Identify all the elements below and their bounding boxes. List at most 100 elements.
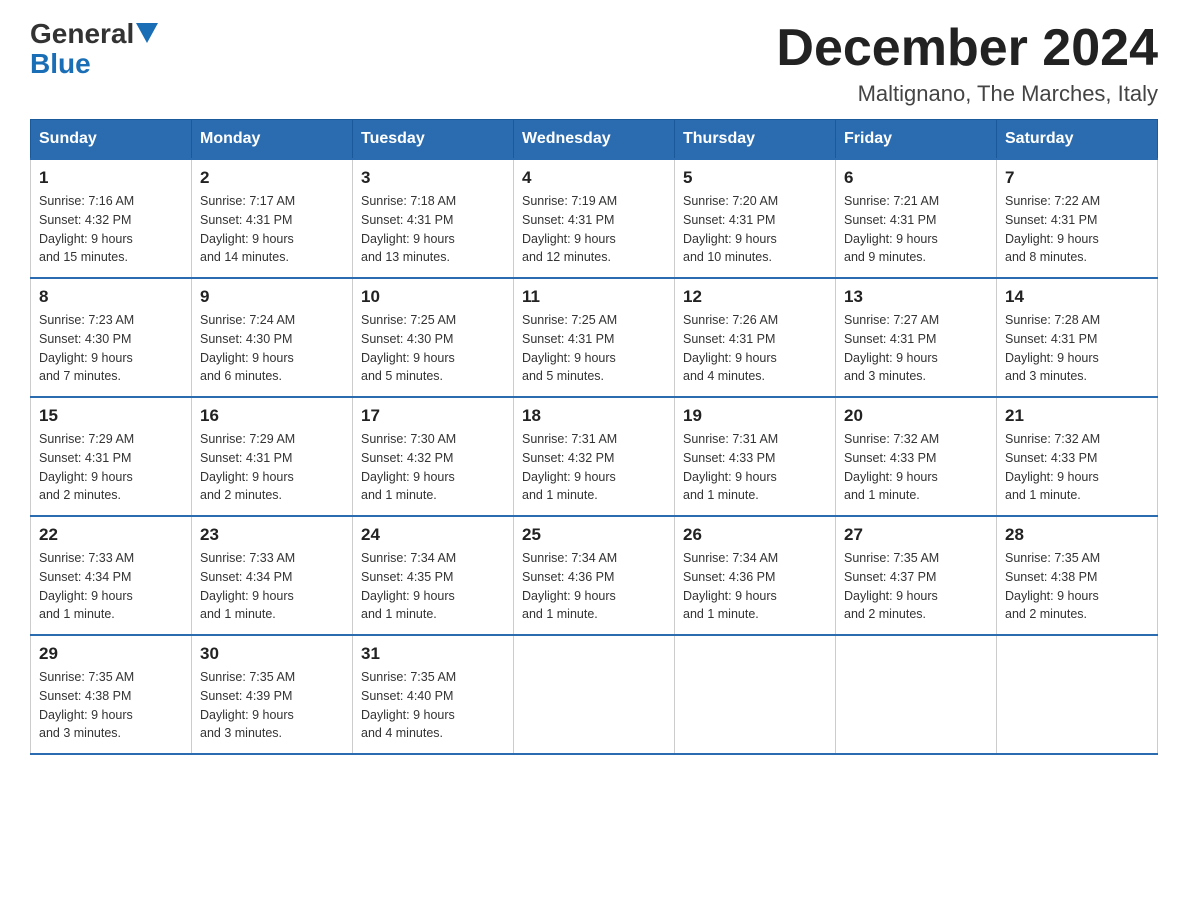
col-thursday: Thursday [675,120,836,160]
location: Maltignano, The Marches, Italy [776,81,1158,107]
day-number: 9 [200,287,344,307]
day-number: 6 [844,168,988,188]
day-number: 27 [844,525,988,545]
table-row: 16 Sunrise: 7:29 AM Sunset: 4:31 PM Dayl… [192,397,353,516]
day-number: 26 [683,525,827,545]
day-number: 18 [522,406,666,426]
table-row: 15 Sunrise: 7:29 AM Sunset: 4:31 PM Dayl… [31,397,192,516]
day-info: Sunrise: 7:18 AM Sunset: 4:31 PM Dayligh… [361,192,505,267]
day-number: 16 [200,406,344,426]
day-number: 31 [361,644,505,664]
day-info: Sunrise: 7:31 AM Sunset: 4:32 PM Dayligh… [522,430,666,505]
day-info: Sunrise: 7:25 AM Sunset: 4:30 PM Dayligh… [361,311,505,386]
table-row: 18 Sunrise: 7:31 AM Sunset: 4:32 PM Dayl… [514,397,675,516]
table-row [675,635,836,754]
table-row: 24 Sunrise: 7:34 AM Sunset: 4:35 PM Dayl… [353,516,514,635]
table-row [997,635,1158,754]
day-info: Sunrise: 7:34 AM Sunset: 4:36 PM Dayligh… [683,549,827,624]
table-row: 21 Sunrise: 7:32 AM Sunset: 4:33 PM Dayl… [997,397,1158,516]
day-number: 17 [361,406,505,426]
day-number: 28 [1005,525,1149,545]
day-info: Sunrise: 7:24 AM Sunset: 4:30 PM Dayligh… [200,311,344,386]
table-row: 14 Sunrise: 7:28 AM Sunset: 4:31 PM Dayl… [997,278,1158,397]
day-number: 14 [1005,287,1149,307]
col-saturday: Saturday [997,120,1158,160]
day-info: Sunrise: 7:31 AM Sunset: 4:33 PM Dayligh… [683,430,827,505]
day-info: Sunrise: 7:33 AM Sunset: 4:34 PM Dayligh… [200,549,344,624]
col-monday: Monday [192,120,353,160]
col-sunday: Sunday [31,120,192,160]
table-row: 23 Sunrise: 7:33 AM Sunset: 4:34 PM Dayl… [192,516,353,635]
day-number: 4 [522,168,666,188]
day-number: 30 [200,644,344,664]
table-row: 20 Sunrise: 7:32 AM Sunset: 4:33 PM Dayl… [836,397,997,516]
day-number: 22 [39,525,183,545]
table-row: 9 Sunrise: 7:24 AM Sunset: 4:30 PM Dayli… [192,278,353,397]
calendar-week-1: 1 Sunrise: 7:16 AM Sunset: 4:32 PM Dayli… [31,159,1158,278]
day-number: 3 [361,168,505,188]
logo-arrow-icon [136,23,158,43]
logo-blue: Blue [30,50,91,78]
logo: General Blue [30,20,158,78]
day-info: Sunrise: 7:19 AM Sunset: 4:31 PM Dayligh… [522,192,666,267]
day-info: Sunrise: 7:35 AM Sunset: 4:39 PM Dayligh… [200,668,344,743]
day-info: Sunrise: 7:32 AM Sunset: 4:33 PM Dayligh… [844,430,988,505]
calendar-header-row: Sunday Monday Tuesday Wednesday Thursday… [31,120,1158,160]
day-number: 10 [361,287,505,307]
table-row: 30 Sunrise: 7:35 AM Sunset: 4:39 PM Dayl… [192,635,353,754]
table-row: 31 Sunrise: 7:35 AM Sunset: 4:40 PM Dayl… [353,635,514,754]
day-info: Sunrise: 7:22 AM Sunset: 4:31 PM Dayligh… [1005,192,1149,267]
table-row: 28 Sunrise: 7:35 AM Sunset: 4:38 PM Dayl… [997,516,1158,635]
day-info: Sunrise: 7:27 AM Sunset: 4:31 PM Dayligh… [844,311,988,386]
day-info: Sunrise: 7:20 AM Sunset: 4:31 PM Dayligh… [683,192,827,267]
day-number: 25 [522,525,666,545]
day-info: Sunrise: 7:35 AM Sunset: 4:37 PM Dayligh… [844,549,988,624]
table-row: 27 Sunrise: 7:35 AM Sunset: 4:37 PM Dayl… [836,516,997,635]
month-title: December 2024 [776,20,1158,77]
day-number: 19 [683,406,827,426]
calendar-week-4: 22 Sunrise: 7:33 AM Sunset: 4:34 PM Dayl… [31,516,1158,635]
table-row: 22 Sunrise: 7:33 AM Sunset: 4:34 PM Dayl… [31,516,192,635]
day-number: 13 [844,287,988,307]
day-info: Sunrise: 7:29 AM Sunset: 4:31 PM Dayligh… [200,430,344,505]
col-wednesday: Wednesday [514,120,675,160]
table-row: 29 Sunrise: 7:35 AM Sunset: 4:38 PM Dayl… [31,635,192,754]
table-row: 4 Sunrise: 7:19 AM Sunset: 4:31 PM Dayli… [514,159,675,278]
table-row: 1 Sunrise: 7:16 AM Sunset: 4:32 PM Dayli… [31,159,192,278]
col-tuesday: Tuesday [353,120,514,160]
day-info: Sunrise: 7:29 AM Sunset: 4:31 PM Dayligh… [39,430,183,505]
day-info: Sunrise: 7:35 AM Sunset: 4:40 PM Dayligh… [361,668,505,743]
table-row: 26 Sunrise: 7:34 AM Sunset: 4:36 PM Dayl… [675,516,836,635]
table-row: 17 Sunrise: 7:30 AM Sunset: 4:32 PM Dayl… [353,397,514,516]
day-info: Sunrise: 7:35 AM Sunset: 4:38 PM Dayligh… [39,668,183,743]
calendar-week-2: 8 Sunrise: 7:23 AM Sunset: 4:30 PM Dayli… [31,278,1158,397]
day-info: Sunrise: 7:28 AM Sunset: 4:31 PM Dayligh… [1005,311,1149,386]
day-number: 21 [1005,406,1149,426]
calendar-week-5: 29 Sunrise: 7:35 AM Sunset: 4:38 PM Dayl… [31,635,1158,754]
calendar-week-3: 15 Sunrise: 7:29 AM Sunset: 4:31 PM Dayl… [31,397,1158,516]
day-number: 2 [200,168,344,188]
title-block: December 2024 Maltignano, The Marches, I… [776,20,1158,107]
table-row: 12 Sunrise: 7:26 AM Sunset: 4:31 PM Dayl… [675,278,836,397]
logo-general: General [30,20,134,48]
page-header: General Blue December 2024 Maltignano, T… [30,20,1158,107]
day-info: Sunrise: 7:23 AM Sunset: 4:30 PM Dayligh… [39,311,183,386]
table-row: 10 Sunrise: 7:25 AM Sunset: 4:30 PM Dayl… [353,278,514,397]
day-number: 15 [39,406,183,426]
day-info: Sunrise: 7:32 AM Sunset: 4:33 PM Dayligh… [1005,430,1149,505]
day-info: Sunrise: 7:34 AM Sunset: 4:36 PM Dayligh… [522,549,666,624]
table-row: 6 Sunrise: 7:21 AM Sunset: 4:31 PM Dayli… [836,159,997,278]
day-info: Sunrise: 7:34 AM Sunset: 4:35 PM Dayligh… [361,549,505,624]
table-row: 19 Sunrise: 7:31 AM Sunset: 4:33 PM Dayl… [675,397,836,516]
table-row: 3 Sunrise: 7:18 AM Sunset: 4:31 PM Dayli… [353,159,514,278]
day-number: 1 [39,168,183,188]
day-number: 29 [39,644,183,664]
day-number: 5 [683,168,827,188]
table-row: 5 Sunrise: 7:20 AM Sunset: 4:31 PM Dayli… [675,159,836,278]
day-info: Sunrise: 7:16 AM Sunset: 4:32 PM Dayligh… [39,192,183,267]
table-row: 2 Sunrise: 7:17 AM Sunset: 4:31 PM Dayli… [192,159,353,278]
day-number: 20 [844,406,988,426]
day-info: Sunrise: 7:17 AM Sunset: 4:31 PM Dayligh… [200,192,344,267]
day-info: Sunrise: 7:35 AM Sunset: 4:38 PM Dayligh… [1005,549,1149,624]
table-row [836,635,997,754]
